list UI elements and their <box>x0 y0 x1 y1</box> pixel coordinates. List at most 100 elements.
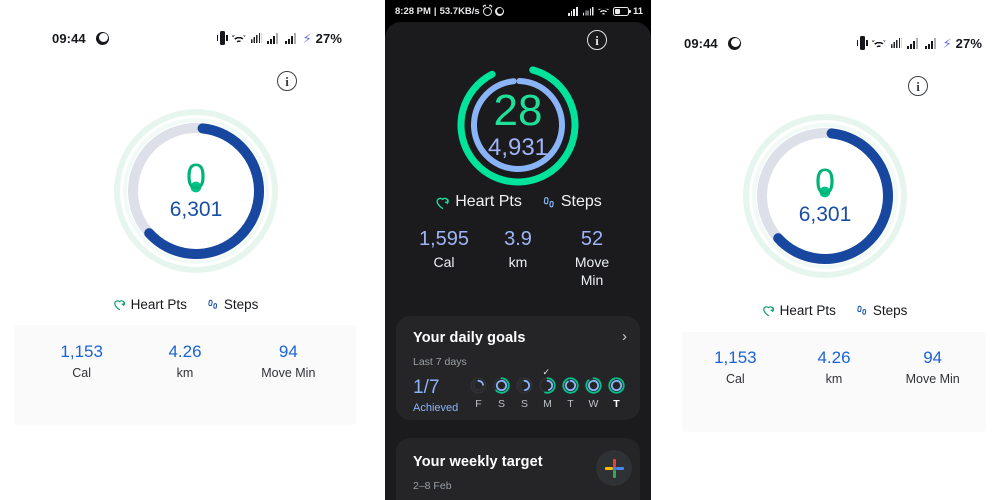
charging-bolt-icon: ⚡ <box>302 30 312 46</box>
legend-heart-points-label: Heart Pts <box>455 193 522 210</box>
weekday-label: W <box>588 398 599 410</box>
weekday-ring[interactable] <box>559 376 582 395</box>
stat-distance[interactable]: 4.26 km <box>133 342 236 381</box>
stat-move-min-unit: Move Min <box>905 371 960 386</box>
info-button[interactable]: i <box>277 71 297 91</box>
moon-icon <box>728 36 742 50</box>
stat-move-min[interactable]: 94 Move Min <box>883 348 982 387</box>
achieved-count: 1/7 <box>413 377 440 398</box>
screenshot-stage: 09:44 ⚡ 27% i 0 6,301 Heart Pts Steps 1,… <box>0 0 1000 500</box>
network-speed: 53.7KB/s <box>439 5 480 17</box>
screen-center: 8:28 PM | 53.7KB/s 11 i 28 4,931 Heart P… <box>385 0 651 500</box>
legend-steps-label: Steps <box>872 303 908 318</box>
achieved-label: Achieved <box>413 402 459 414</box>
weekday-label: T <box>567 398 574 410</box>
stat-move-min-value: 94 <box>278 342 298 361</box>
legend-heart-points[interactable]: Heart Pts <box>112 297 187 312</box>
status-bar-icons-center: 11 <box>567 6 643 17</box>
status-bar-separator: | <box>433 5 437 17</box>
stat-move-min-unit: Move Min <box>261 365 316 380</box>
info-button[interactable]: i <box>587 30 607 50</box>
signal-icon <box>266 32 280 44</box>
activity-ring-left[interactable]: 0 6,301 <box>113 108 279 274</box>
status-bar-center: 8:28 PM | 53.7KB/s 11 <box>385 0 651 22</box>
status-bar-left: 09:44 ⚡ 27% <box>0 28 370 48</box>
legend-heart-points-label: Heart Pts <box>130 297 187 312</box>
weekday-ring[interactable] <box>490 376 513 395</box>
daily-goals-achieved: 1/7 Achieved <box>413 378 458 414</box>
stat-calories[interactable]: 1,595 Cal <box>407 228 481 289</box>
daily-goals-subtitle: Last 7 days <box>413 356 467 368</box>
legend-heart-points-label: Heart Pts <box>779 303 836 318</box>
stat-calories-unit: Cal <box>725 371 745 386</box>
activity-ring-right[interactable]: 0 6,301 <box>742 113 908 279</box>
legend-heart-points[interactable]: Heart Pts <box>761 303 836 318</box>
legend-steps-label: Steps <box>560 193 602 210</box>
vpn-icon <box>582 6 594 16</box>
stat-calories-value: 1,595 <box>418 228 470 250</box>
stat-calories[interactable]: 1,153 Cal <box>686 348 785 387</box>
steps-icon <box>854 303 869 318</box>
legend-steps-label: Steps <box>223 297 259 312</box>
stats-row-left: 1,153 Cal 4.26 km 94 Move Min <box>30 342 340 381</box>
daily-goals-card[interactable]: Your daily goals Last 7 days › 1/7 Achie… <box>396 316 640 420</box>
wifi-icon <box>871 38 886 49</box>
stat-calories[interactable]: 1,153 Cal <box>30 342 133 381</box>
screen-left: 09:44 ⚡ 27% i 0 6,301 Heart Pts Steps 1,… <box>0 0 370 500</box>
weekday-rings <box>467 376 628 395</box>
weekly-target-title: Your weekly target <box>413 454 543 470</box>
legend-steps[interactable]: Steps <box>205 297 259 312</box>
weekday-ring[interactable] <box>513 376 536 395</box>
stats-row-center: 1,595 Cal 3.9 km 52 Move Min <box>407 228 629 289</box>
weekday-ring[interactable] <box>536 376 559 395</box>
vpn-icon <box>250 33 262 43</box>
stat-distance[interactable]: 3.9 km <box>481 228 555 289</box>
google-plus-icon <box>604 458 624 478</box>
moon-icon <box>96 31 110 45</box>
add-fab-button[interactable] <box>596 450 632 486</box>
heart-points-icon <box>112 297 127 312</box>
stat-distance[interactable]: 4.26 km <box>785 348 884 387</box>
stat-calories-value: 1,153 <box>714 348 757 367</box>
stat-move-min-unit: Move Min <box>574 254 610 288</box>
status-bar-time: 09:44 <box>52 30 86 46</box>
chevron-right-icon[interactable]: › <box>622 329 627 344</box>
info-button[interactable]: i <box>908 76 928 96</box>
legend-steps[interactable]: Steps <box>540 193 602 211</box>
ring-legend-center: Heart Pts Steps <box>385 193 651 211</box>
status-bar-time: 09:44 <box>684 35 718 51</box>
weekday-ring[interactable] <box>582 376 605 395</box>
weekday-label: S <box>497 398 505 410</box>
daily-goals-title: Your daily goals <box>413 330 526 346</box>
weekday-ring[interactable] <box>605 376 628 395</box>
stat-move-min[interactable]: 94 Move Min <box>237 342 340 381</box>
stat-move-min-value: 94 <box>923 348 943 367</box>
stat-move-min-value: 52 <box>580 228 604 250</box>
weekday-label: M <box>543 398 552 410</box>
alarm-icon <box>482 6 492 16</box>
signal-icon <box>906 37 920 49</box>
legend-steps[interactable]: Steps <box>854 303 908 318</box>
status-bar-right: 09:44 ⚡ 27% <box>668 33 1000 53</box>
stat-distance-value: 4.26 <box>168 342 202 361</box>
status-bar-time-group: 09:44 <box>52 30 110 46</box>
weekday-labels: F S S M T W T <box>467 398 628 410</box>
ring-legend-left: Heart Pts Steps <box>0 297 370 312</box>
weekday-ring[interactable] <box>467 376 490 395</box>
battery-icon <box>612 6 631 16</box>
stat-distance-unit: km <box>825 371 843 386</box>
stat-distance-unit: km <box>508 254 528 270</box>
weekday-label: S <box>520 398 528 410</box>
wifi-icon <box>231 33 246 44</box>
weekly-target-subtitle: 2–8 Feb <box>413 480 452 492</box>
stat-move-min[interactable]: 52 Move Min <box>555 228 629 289</box>
stat-distance-unit: km <box>176 365 194 380</box>
activity-ring-center[interactable]: 28 4,931 <box>443 60 593 190</box>
screen-right: 09:44 ⚡ 27% i 0 6,301 Heart Pts Steps 1,… <box>668 0 1000 500</box>
steps-icon <box>540 194 557 211</box>
moon-icon <box>494 6 504 16</box>
legend-heart-points[interactable]: Heart Pts <box>434 193 522 211</box>
wifi-icon <box>597 7 609 16</box>
stat-calories-value: 1,153 <box>60 342 103 361</box>
weekday-label-today: T <box>613 398 620 410</box>
